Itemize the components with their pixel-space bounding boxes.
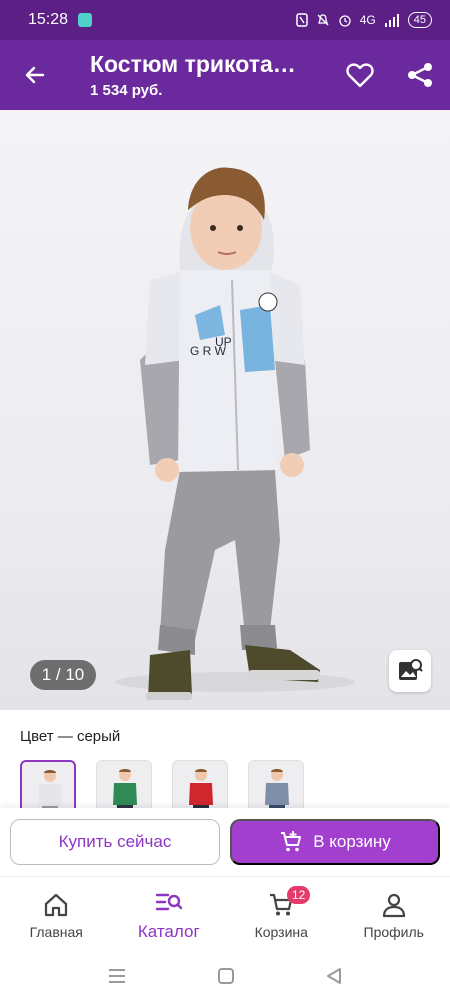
nav-item-cart[interactable]: 12 Корзина — [225, 877, 338, 952]
add-to-cart-label: В корзину — [313, 832, 391, 851]
image-search-button[interactable] — [389, 650, 431, 692]
system-icons: 4G 45 — [295, 12, 432, 28]
battery-level: 45 — [407, 12, 432, 28]
nav-label-cart: Корзина — [254, 923, 308, 940]
nav-item-home[interactable]: Главная — [0, 877, 113, 952]
back-triangle-icon[interactable] — [325, 967, 343, 985]
add-to-cart-icon — [281, 831, 302, 852]
favorite-button[interactable] — [330, 40, 390, 110]
catalog-search-icon — [155, 893, 182, 910]
menu-icon[interactable] — [107, 968, 127, 984]
svg-text:UP: UP — [215, 335, 232, 349]
bottom-navigation: Главная Каталог 12 Корзина Профиль — [0, 876, 450, 952]
nav-label-home: Главная — [29, 923, 83, 940]
nfc-icon — [295, 13, 308, 27]
nav-item-catalog[interactable]: Каталог — [113, 877, 226, 952]
title-block: Костюм трикота… 1 534 руб. — [90, 51, 330, 99]
status-time: 15:28 — [28, 11, 69, 28]
product-photo-illustration: G R W UP — [115, 167, 355, 700]
alarm-icon — [339, 15, 351, 27]
status-bar: 15:28 4G 45 — [0, 0, 450, 40]
mute-icon — [317, 14, 329, 26]
app-notification-icon — [78, 13, 93, 27]
nav-label-catalog: Каталог — [137, 921, 200, 941]
buy-now-button[interactable]: Купить сейчас — [10, 819, 220, 865]
color-label: Цвет — серый — [20, 728, 121, 745]
cart-count-badge: 12 — [287, 886, 311, 904]
app-bar: Костюм трикота… 1 534 руб. — [0, 40, 450, 110]
add-to-cart-button[interactable]: В корзину — [230, 819, 440, 865]
product-screen: 15:28 4G 45 Костюм трикота… 1 534 руб. G… — [0, 0, 450, 1000]
nav-item-profile[interactable]: Профиль — [338, 877, 450, 952]
system-navigation-bar — [0, 952, 450, 1000]
home-icon — [45, 893, 68, 916]
network-type: 4G — [359, 13, 376, 27]
heart-icon — [346, 63, 374, 88]
home-square-icon[interactable] — [217, 967, 235, 985]
profile-icon — [382, 893, 405, 917]
image-counter: 1 / 10 — [30, 660, 96, 690]
purchase-bar: Купить сейчас В корзину — [0, 808, 450, 876]
product-price: 1 534 руб. — [90, 82, 163, 99]
arrow-back-icon — [25, 66, 45, 84]
image-search-icon — [399, 659, 423, 680]
product-title: Костюм трикота… — [90, 51, 296, 77]
product-image[interactable]: G R W UP 1 / 10 — [0, 110, 450, 710]
back-button[interactable] — [0, 40, 70, 110]
share-button[interactable] — [390, 40, 450, 110]
signal-icon — [384, 14, 399, 27]
nav-label-profile: Профиль — [363, 923, 424, 940]
share-icon — [408, 63, 432, 87]
